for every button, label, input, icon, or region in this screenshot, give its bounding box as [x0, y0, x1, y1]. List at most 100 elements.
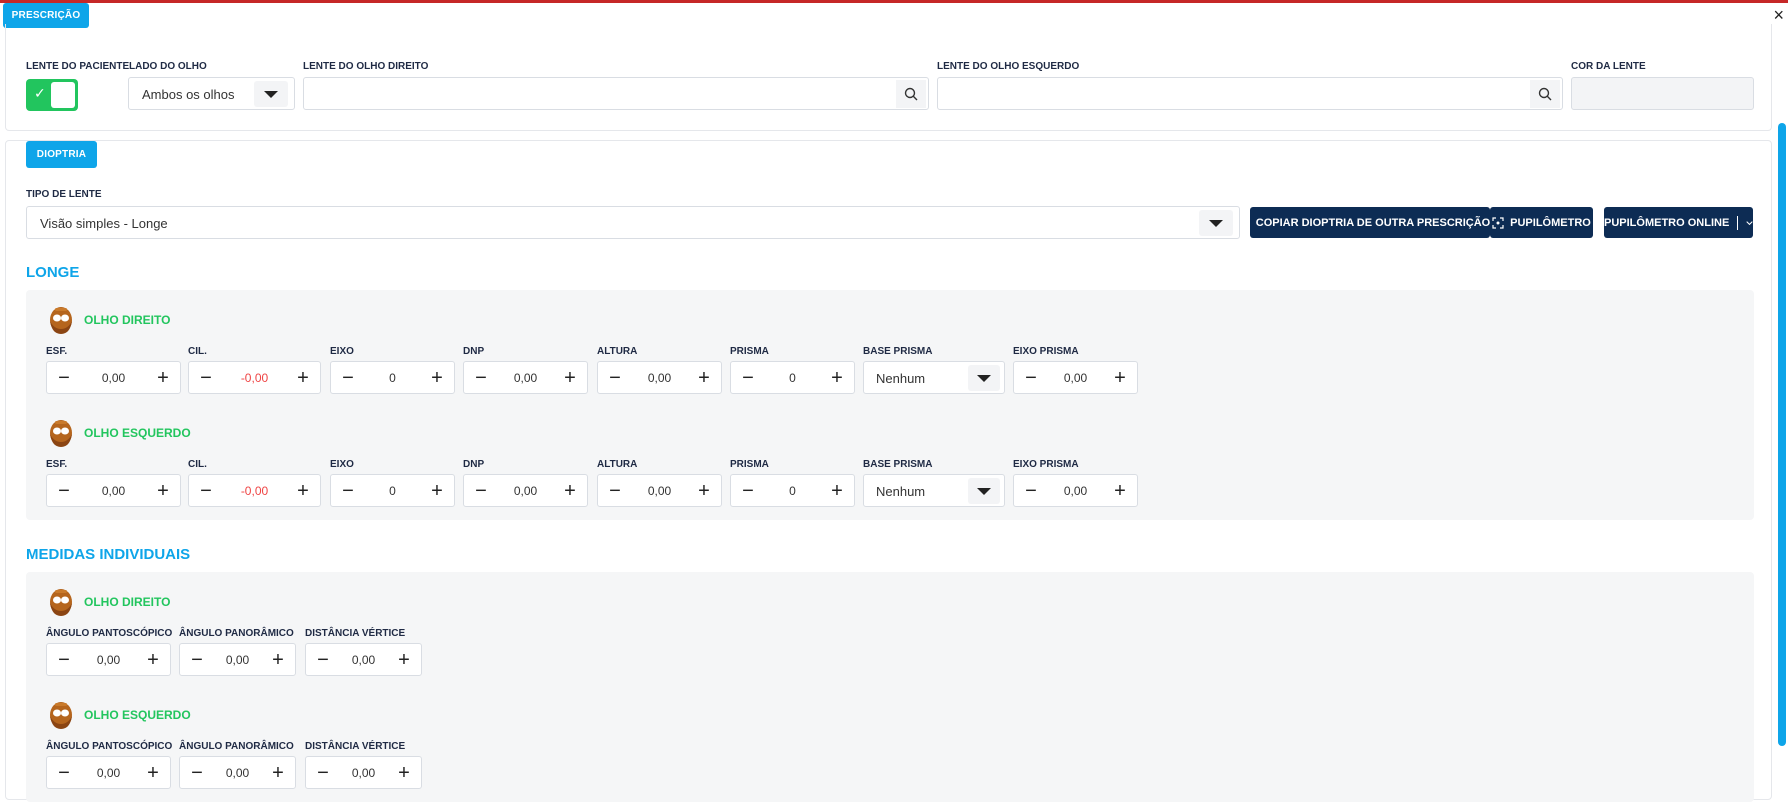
cil-stepper-right-value[interactable]: -0,00 — [215, 371, 294, 385]
minus-icon[interactable]: − — [606, 368, 624, 388]
plus-icon[interactable]: + — [1111, 368, 1129, 388]
minus-icon[interactable]: − — [739, 368, 757, 388]
prisma-stepper-right[interactable]: −0 + — [730, 361, 855, 394]
plus-icon[interactable]: + — [395, 763, 413, 783]
minus-icon[interactable]: − — [739, 481, 757, 501]
minus-icon[interactable]: − — [55, 650, 73, 670]
tab-dioptria[interactable]: DIOPTRIA — [26, 141, 97, 168]
altura-stepper-left-value[interactable]: 0,00 — [624, 484, 695, 498]
vertice-stepper-right[interactable]: −0,00 + — [305, 643, 422, 676]
minus-icon[interactable]: − — [472, 368, 490, 388]
caret-down-icon[interactable] — [968, 478, 1000, 504]
plus-icon[interactable]: + — [154, 481, 172, 501]
caret-down-icon[interactable] — [968, 365, 1000, 391]
dnp-stepper-right-value[interactable]: 0,00 — [490, 371, 561, 385]
prisma-stepper-left-value[interactable]: 0 — [757, 484, 828, 498]
minus-icon[interactable]: − — [339, 368, 357, 388]
minus-icon[interactable]: − — [188, 650, 206, 670]
vertice-stepper-left-value[interactable]: 0,00 — [332, 766, 395, 780]
plus-icon[interactable]: + — [269, 763, 287, 783]
eixo-stepper-right-value[interactable]: 0 — [357, 371, 428, 385]
plus-icon[interactable]: + — [144, 763, 162, 783]
minus-icon[interactable]: − — [314, 763, 332, 783]
pupilometro-button[interactable]: PUPILÔMETRO — [1490, 207, 1593, 238]
vertice-stepper-right-value[interactable]: 0,00 — [332, 653, 395, 667]
dnp-stepper-left-value[interactable]: 0,00 — [490, 484, 561, 498]
plus-icon[interactable]: + — [395, 650, 413, 670]
base-prisma-select-left[interactable]: Nenhum — [863, 474, 1005, 507]
minus-icon[interactable]: − — [55, 368, 73, 388]
plus-icon[interactable]: + — [294, 481, 312, 501]
altura-stepper-left[interactable]: −0,00 + — [597, 474, 722, 507]
panoramico-stepper-right[interactable]: −0,00 + — [179, 643, 296, 676]
minus-icon[interactable]: − — [314, 650, 332, 670]
caret-down-icon[interactable] — [1199, 210, 1233, 236]
altura-stepper-right-value[interactable]: 0,00 — [624, 371, 695, 385]
plus-icon[interactable]: + — [144, 650, 162, 670]
panoramico-stepper-right-value[interactable]: 0,00 — [206, 653, 269, 667]
minus-icon[interactable]: − — [197, 368, 215, 388]
left-lens-input[interactable] — [937, 77, 1563, 110]
plus-icon[interactable]: + — [1111, 481, 1129, 501]
esf-stepper-right-value[interactable]: 0,00 — [73, 371, 154, 385]
plus-icon[interactable]: + — [428, 481, 446, 501]
plus-icon[interactable]: + — [154, 368, 172, 388]
minus-icon[interactable]: − — [1022, 368, 1040, 388]
scrollbar-thumb[interactable] — [1778, 123, 1786, 746]
plus-icon[interactable]: + — [828, 481, 846, 501]
minus-icon[interactable]: − — [55, 481, 73, 501]
copy-dioptria-button[interactable]: COPIAR DIOPTRIA DE OUTRA PRESCRIÇÃO — [1250, 207, 1490, 238]
minus-icon[interactable]: − — [606, 481, 624, 501]
eixo-stepper-right[interactable]: −0 + — [330, 361, 455, 394]
eixo_prisma-stepper-right[interactable]: −0,00 + — [1013, 361, 1138, 394]
search-icon[interactable] — [1530, 80, 1560, 108]
plus-icon[interactable]: + — [428, 368, 446, 388]
minus-icon[interactable]: − — [472, 481, 490, 501]
eixo_prisma-stepper-left-value[interactable]: 0,00 — [1040, 484, 1111, 498]
panoramico-stepper-left-value[interactable]: 0,00 — [206, 766, 269, 780]
esf-stepper-right[interactable]: −0,00 + — [46, 361, 181, 394]
eixo-stepper-left[interactable]: −0 + — [330, 474, 455, 507]
chevron-down-icon[interactable] — [1746, 219, 1753, 227]
vertice-stepper-left[interactable]: −0,00 + — [305, 756, 422, 789]
cil-stepper-left-value[interactable]: -0,00 — [215, 484, 294, 498]
minus-icon[interactable]: − — [339, 481, 357, 501]
minus-icon[interactable]: − — [197, 481, 215, 501]
dnp-stepper-right[interactable]: −0,00 + — [463, 361, 588, 394]
pupilometro-online-button[interactable]: PUPILÔMETRO ONLINE — [1604, 207, 1753, 238]
pantoscopico-stepper-right[interactable]: −0,00 + — [46, 643, 171, 676]
plus-icon[interactable]: + — [269, 650, 287, 670]
cil-stepper-left[interactable]: − -0,00 + — [188, 474, 321, 507]
right-lens-input[interactable] — [303, 77, 929, 110]
pantoscopico-stepper-left[interactable]: −0,00 + — [46, 756, 171, 789]
prisma-stepper-right-value[interactable]: 0 — [757, 371, 828, 385]
dnp-stepper-left[interactable]: −0,00 + — [463, 474, 588, 507]
minus-icon[interactable]: − — [188, 763, 206, 783]
plus-icon[interactable]: + — [695, 481, 713, 501]
esf-stepper-left-value[interactable]: 0,00 — [73, 484, 154, 498]
plus-icon[interactable]: + — [561, 481, 579, 501]
panoramico-stepper-left[interactable]: −0,00 + — [179, 756, 296, 789]
altura-stepper-right[interactable]: −0,00 + — [597, 361, 722, 394]
esf-stepper-left[interactable]: −0,00 + — [46, 474, 181, 507]
eixo_prisma-stepper-left[interactable]: −0,00 + — [1013, 474, 1138, 507]
eixo-stepper-left-value[interactable]: 0 — [357, 484, 428, 498]
patient-lens-toggle[interactable]: ✓ — [26, 79, 78, 111]
eye-side-select[interactable]: Ambos os olhos — [128, 77, 295, 110]
plus-icon[interactable]: + — [561, 368, 579, 388]
base-prisma-select-right[interactable]: Nenhum — [863, 361, 1005, 394]
eixo_prisma-stepper-right-value[interactable]: 0,00 — [1040, 371, 1111, 385]
caret-down-icon[interactable] — [254, 81, 288, 107]
search-icon[interactable] — [896, 80, 926, 108]
pantoscopico-stepper-left-value[interactable]: 0,00 — [73, 766, 144, 780]
lens-type-select[interactable]: Visão simples - Longe — [26, 206, 1240, 239]
plus-icon[interactable]: + — [695, 368, 713, 388]
minus-icon[interactable]: − — [55, 763, 73, 783]
prisma-stepper-left[interactable]: −0 + — [730, 474, 855, 507]
plus-icon[interactable]: + — [828, 368, 846, 388]
close-icon[interactable]: × — [1773, 6, 1784, 24]
minus-icon[interactable]: − — [1022, 481, 1040, 501]
cil-stepper-right[interactable]: − -0,00 + — [188, 361, 321, 394]
plus-icon[interactable]: + — [294, 368, 312, 388]
pantoscopico-stepper-right-value[interactable]: 0,00 — [73, 653, 144, 667]
